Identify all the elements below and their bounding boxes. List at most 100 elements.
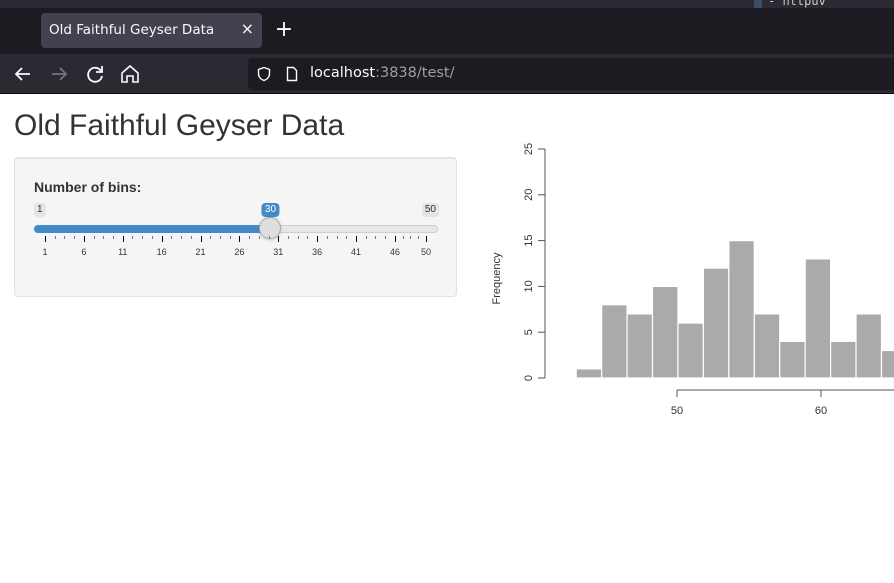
slider-tick-label: 11 xyxy=(118,247,128,257)
browser-tab[interactable]: Old Faithful Geyser Data × xyxy=(41,13,262,48)
slider-minor-tick xyxy=(346,236,348,239)
slider-minor-tick xyxy=(132,236,134,239)
slider-minor-tick xyxy=(249,236,251,239)
slider-minor-tick xyxy=(64,236,66,239)
tab-bar: Old Faithful Geyser Data × + xyxy=(0,8,894,54)
slider-major-tick xyxy=(45,236,46,242)
slider-minor-tick xyxy=(287,236,289,239)
slider-minor-tick xyxy=(74,236,76,239)
y-tick-label: 15 xyxy=(523,234,535,246)
slider-max-label: 50 xyxy=(421,203,439,217)
slider-minor-tick xyxy=(375,236,377,239)
x-tick-label: 50 xyxy=(671,405,683,417)
reload-icon xyxy=(87,66,103,83)
close-tab-icon[interactable]: × xyxy=(241,19,254,38)
slider-major-tick xyxy=(83,236,85,242)
slider-tick-label: 46 xyxy=(389,247,400,257)
home-icon xyxy=(121,64,139,83)
histogram-bar xyxy=(804,258,832,379)
slider-major-tick xyxy=(278,236,280,242)
slider-tick-label: 21 xyxy=(195,247,206,257)
slider-minor-tick xyxy=(229,236,231,239)
shield-icon[interactable] xyxy=(256,66,272,82)
slider-minor-tick xyxy=(258,236,260,239)
slider-tick-label: 16 xyxy=(156,247,167,257)
slider-minor-tick xyxy=(326,236,328,239)
slider-minor-tick xyxy=(151,236,153,239)
slider-minor-tick xyxy=(219,236,221,239)
slider-tick-label: 6 xyxy=(81,247,87,257)
slider-minor-tick xyxy=(181,236,183,239)
slider-major-tick xyxy=(239,236,241,242)
x-tick-label: 60 xyxy=(815,405,827,417)
terminal-strip: - httpuv xyxy=(0,0,894,8)
slider-minor-tick xyxy=(54,236,56,239)
histogram-bar xyxy=(651,285,679,379)
slider-major-tick xyxy=(161,236,163,242)
slider-minor-tick xyxy=(93,236,95,239)
y-tick-label: 5 xyxy=(523,329,535,335)
slider-major-tick xyxy=(356,236,358,242)
histogram-bar xyxy=(830,340,857,379)
reload-button[interactable] xyxy=(83,62,107,86)
slider-minor-tick xyxy=(385,236,387,239)
slider-tick-label: 26 xyxy=(234,247,245,257)
histogram-bar xyxy=(677,322,705,379)
page-title: Old Faithful Geyser Data xyxy=(14,109,345,142)
slider-minor-tick xyxy=(190,236,192,239)
histogram-plot: 0 5 10 15 20 25 Frequency 50 60 xyxy=(470,130,894,430)
histogram-bar xyxy=(753,313,781,379)
terminal-marker xyxy=(754,0,762,8)
slider-minor-tick xyxy=(268,236,270,239)
histogram-svg: 0 5 10 15 20 25 Frequency 50 60 xyxy=(491,143,894,417)
slider-value-label: 30 xyxy=(261,203,280,220)
histogram-bar xyxy=(601,304,628,379)
url-text[interactable]: localhost:3838/test/ xyxy=(310,65,455,81)
slider-minor-tick xyxy=(402,236,404,239)
slider-minor-tick xyxy=(418,236,420,239)
y-tick-label: 20 xyxy=(523,189,535,201)
bins-slider[interactable]: 1 50 30 1 6 11 16 21 26 31 36 41 46 50 xyxy=(34,203,439,263)
slider-major-tick xyxy=(122,236,124,242)
y-tick-label: 25 xyxy=(523,143,535,155)
histogram-bar xyxy=(880,349,894,379)
arrow-right-icon xyxy=(52,67,68,81)
tab-title: Old Faithful Geyser Data xyxy=(49,22,215,38)
slider-tick-label: 31 xyxy=(273,247,284,257)
back-button[interactable] xyxy=(11,62,35,86)
y-tick-label: 10 xyxy=(523,280,535,292)
slider-minor-tick xyxy=(210,236,212,239)
url-path: :3838/test/ xyxy=(375,65,455,81)
url-host: localhost xyxy=(310,65,376,81)
slider-minor-tick xyxy=(307,236,309,239)
home-button[interactable] xyxy=(118,62,142,86)
navigation-bar: localhost:3838/test/ xyxy=(0,54,894,94)
histogram-bar xyxy=(702,267,730,379)
sidebar-panel: Number of bins: 1 50 30 1 6 11 16 21 26 31 36 41… xyxy=(14,157,457,297)
terminal-text: - httpuv xyxy=(768,0,826,8)
forward-button[interactable] xyxy=(47,62,71,86)
page-icon[interactable] xyxy=(284,66,300,82)
histogram-bar xyxy=(626,313,654,379)
slider-major-tick xyxy=(426,236,427,242)
arrow-left-icon xyxy=(14,67,30,81)
y-axis-title: Frequency xyxy=(491,252,503,304)
slider-min-label: 1 xyxy=(34,203,46,217)
url-bar[interactable]: localhost:3838/test/ xyxy=(248,58,894,90)
slider-major-tick xyxy=(394,236,396,242)
slider-minor-tick xyxy=(103,236,105,239)
slider-minor-tick xyxy=(297,236,299,239)
new-tab-button[interactable]: + xyxy=(273,18,295,42)
slider-minor-tick xyxy=(171,236,173,239)
slider-tick-label: 50 xyxy=(420,247,432,257)
slider-tick-label: 36 xyxy=(312,247,323,257)
slider-minor-tick xyxy=(410,236,412,239)
slider-minor-tick xyxy=(365,236,367,239)
histogram-bar xyxy=(575,368,603,379)
slider-major-tick xyxy=(200,236,202,242)
slider-tick-label: 41 xyxy=(351,247,362,257)
slider-major-tick xyxy=(317,236,319,242)
slider-tick-label: 1 xyxy=(42,247,48,257)
y-tick-label: 0 xyxy=(523,375,535,381)
slider-minor-tick xyxy=(113,236,115,239)
